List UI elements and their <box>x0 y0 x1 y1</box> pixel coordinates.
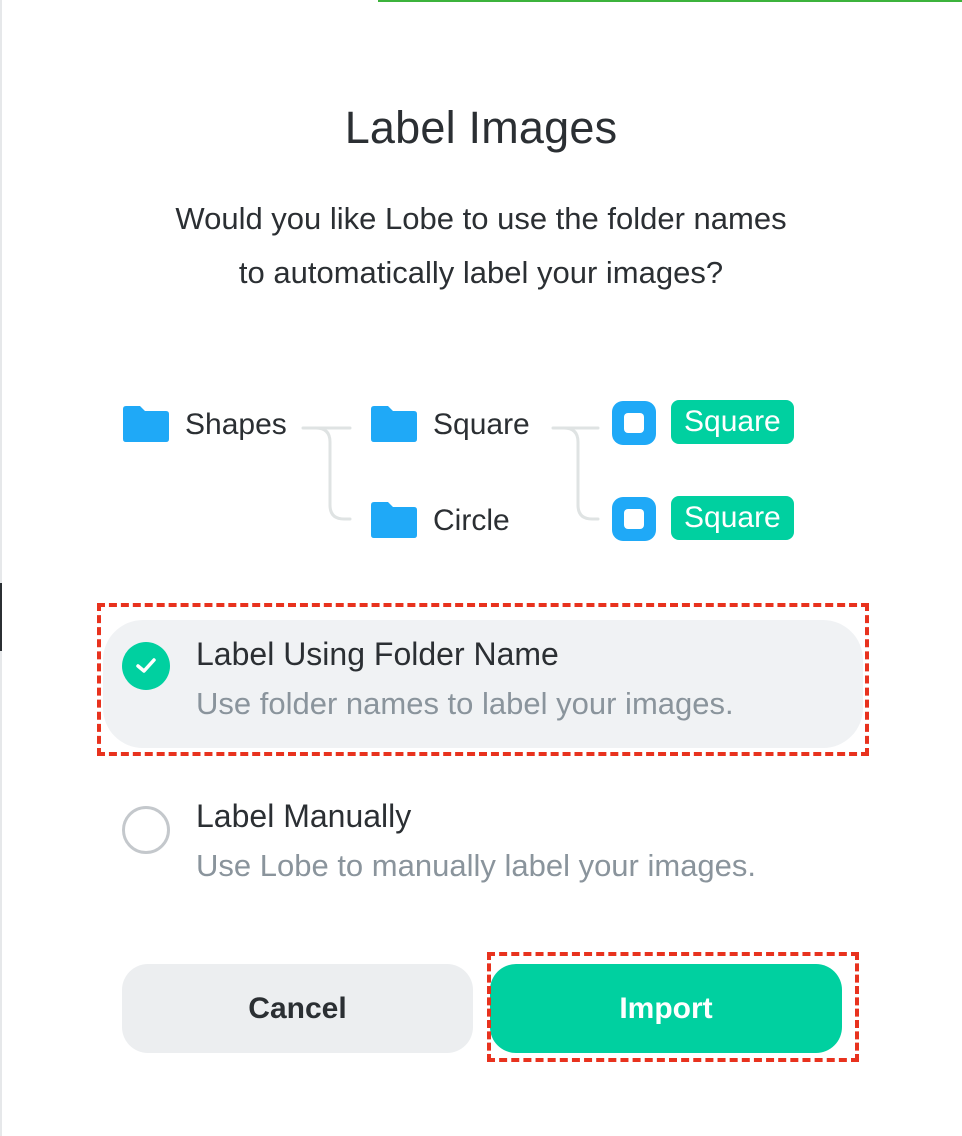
folder-icon <box>371 502 417 538</box>
window-edge-marker <box>0 583 2 651</box>
option-description: Use Lobe to manually label your images. <box>196 848 757 883</box>
progress-indicator <box>378 0 962 2</box>
option-label-using-folder-name[interactable]: Label Using Folder Name Use folder names… <box>103 620 863 748</box>
folder-label-shapes: Shapes <box>185 408 287 441</box>
dialog-title: Label Images <box>344 102 618 153</box>
import-button[interactable]: Import <box>490 964 842 1053</box>
cancel-button[interactable]: Cancel <box>122 964 473 1053</box>
dialog-subtitle-line-1: Would you like Lobe to use the folder na… <box>175 201 787 236</box>
check-icon <box>122 642 170 690</box>
folder-label-square: Square <box>433 408 530 441</box>
option-label-manually[interactable]: Label Manually Use Lobe to manually labe… <box>103 782 863 910</box>
option-title: Label Using Folder Name <box>196 636 559 672</box>
image-icon <box>612 401 656 445</box>
dialog-subtitle-line-2: to automatically label your images? <box>238 255 724 290</box>
radio-empty-icon <box>122 806 170 854</box>
window-edge <box>0 0 2 1136</box>
label-tag: Square <box>671 400 794 444</box>
folder-icon <box>371 406 417 442</box>
image-icon <box>612 497 656 541</box>
folder-label-circle: Circle <box>433 504 510 537</box>
option-description: Use folder names to label your images. <box>196 686 734 721</box>
dialog-subtitle: Would you like Lobe to use the folder na… <box>0 192 962 300</box>
option-title: Label Manually <box>196 798 412 834</box>
label-tag: Square <box>671 496 794 540</box>
folder-icon <box>123 406 169 442</box>
label-images-dialog: Label Images Would you like Lobe to use … <box>0 0 962 1136</box>
